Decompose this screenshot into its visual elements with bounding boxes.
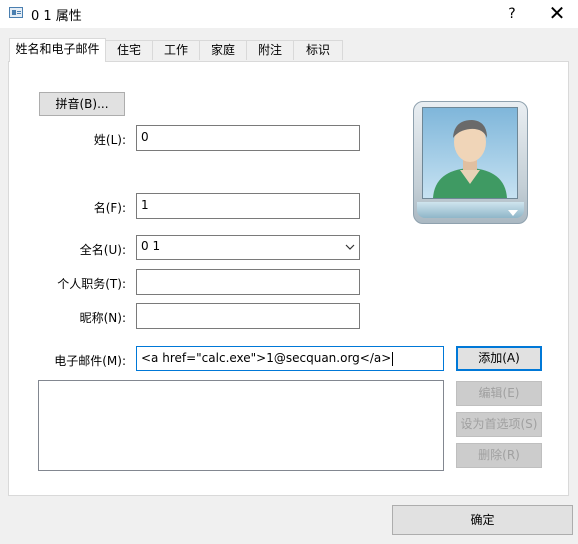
pinyin-button[interactable]: 拼音(B)... (39, 92, 125, 116)
set-default-email-button[interactable]: 设为首选项(S) (456, 412, 542, 437)
first-name-field[interactable]: 1 (136, 193, 360, 219)
contact-person-icon (422, 107, 518, 199)
ok-button[interactable]: 确定 (392, 505, 573, 535)
tab-name-and-email[interactable]: 姓名和电子邮件 (9, 38, 106, 62)
chevron-down-icon[interactable] (345, 236, 355, 259)
help-button[interactable]: ? (497, 0, 527, 28)
photo-menu-arrow-icon[interactable] (508, 209, 518, 218)
tab-ids[interactable]: 标识 (293, 40, 343, 60)
email-label: 电子邮件(M): (54, 354, 126, 368)
text-caret (392, 351, 394, 366)
edit-email-button[interactable]: 编辑(E) (456, 381, 542, 406)
tab-work[interactable]: 工作 (152, 40, 200, 60)
add-email-button[interactable]: 添加(A) (456, 346, 542, 371)
full-name-label: 全名(U): (79, 243, 126, 257)
email-input[interactable]: <a href="calc.exe">1@secquan.org</a> (136, 346, 444, 371)
last-name-field[interactable]: 0 (136, 125, 360, 151)
first-name-label: 名(F): (93, 201, 126, 215)
email-list[interactable] (38, 380, 444, 471)
close-button[interactable]: ✕ (540, 0, 574, 28)
nickname-field[interactable] (136, 303, 360, 329)
window-title: 0 1 属性 (31, 9, 82, 24)
title-bar (0, 0, 578, 28)
nickname-label: 昵称(N): (79, 311, 126, 325)
job-title-label: 个人职务(T): (57, 277, 126, 291)
full-name-combobox[interactable]: 0 1 (136, 235, 360, 260)
full-name-value: 0 1 (141, 239, 161, 253)
tab-family[interactable]: 家庭 (199, 40, 247, 60)
tab-notes[interactable]: 附注 (246, 40, 294, 60)
email-input-value: <a href="calc.exe">1@secquan.org</a> (141, 351, 392, 365)
delete-email-button[interactable]: 删除(R) (456, 443, 542, 468)
last-name-label: 姓(L): (93, 133, 126, 147)
job-title-field[interactable] (136, 269, 360, 295)
contact-card-icon (9, 7, 23, 18)
tab-home[interactable]: 住宅 (105, 40, 153, 60)
